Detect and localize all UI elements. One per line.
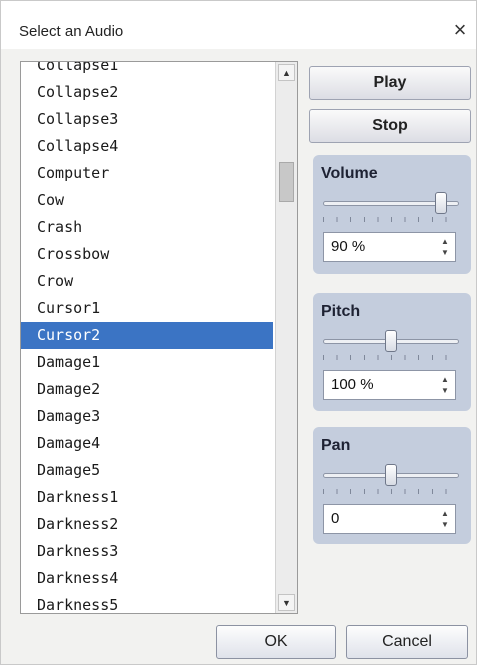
list-item[interactable]: Collapse2: [21, 79, 273, 106]
list-item[interactable]: Damage1: [21, 349, 273, 376]
list-item[interactable]: Damage4: [21, 430, 273, 457]
list-item[interactable]: Damage3: [21, 403, 273, 430]
pitch-label: Pitch: [321, 303, 361, 320]
audio-list[interactable]: Collapse1 Collapse2 Collapse3 Collapse4 Comp…: [20, 61, 298, 614]
pan-value[interactable]: 0: [331, 510, 339, 527]
pitch-group: Pitch 100 % ▲ ▼: [313, 293, 471, 411]
list-item[interactable]: Collapse3: [21, 106, 273, 133]
pan-group: Pan 0 ▲ ▼: [313, 427, 471, 544]
play-button[interactable]: Play: [309, 66, 471, 100]
volume-value[interactable]: 90 %: [331, 238, 365, 255]
list-item[interactable]: Damage2: [21, 376, 273, 403]
volume-group: Volume 90 % ▲ ▼: [313, 155, 471, 274]
window-title: Select an Audio: [19, 23, 124, 40]
list-item[interactable]: Darkness1: [21, 484, 273, 511]
close-icon[interactable]: ×: [447, 17, 473, 43]
list-item[interactable]: Darkness2: [21, 511, 273, 538]
list-item[interactable]: Crow: [21, 268, 273, 295]
select-audio-dialog: Select an Audio × Collapse1 Collapse2 Coll…: [0, 0, 477, 665]
list-item[interactable]: Cow: [21, 187, 273, 214]
pan-spinbox[interactable]: 0 ▲ ▼: [323, 504, 456, 534]
list-item[interactable]: Darkness4: [21, 565, 273, 592]
pitch-slider-thumb[interactable]: [385, 330, 397, 352]
list-item[interactable]: Darkness5: [21, 592, 273, 613]
volume-spinbox[interactable]: 90 % ▲ ▼: [323, 232, 456, 262]
spin-arrows-icon[interactable]: ▲ ▼: [440, 236, 450, 258]
list-scrollbar[interactable]: ▲ ▼: [275, 62, 297, 613]
list-item[interactable]: Crossbow: [21, 241, 273, 268]
pitch-spinbox[interactable]: 100 % ▲ ▼: [323, 370, 456, 400]
list-item[interactable]: Damage5: [21, 457, 273, 484]
list-item[interactable]: Cursor1: [21, 295, 273, 322]
spin-arrows-icon[interactable]: ▲ ▼: [440, 508, 450, 530]
stop-button[interactable]: Stop: [309, 109, 471, 143]
ok-button[interactable]: OK: [216, 625, 336, 659]
cancel-button[interactable]: Cancel: [346, 625, 468, 659]
scroll-thumb[interactable]: [279, 162, 294, 202]
scroll-up-icon[interactable]: ▲: [278, 64, 295, 81]
list-item[interactable]: Cursor2: [21, 322, 273, 349]
volume-slider-ticks: [323, 217, 459, 222]
spin-arrows-icon[interactable]: ▲ ▼: [440, 374, 450, 396]
pan-slider-thumb[interactable]: [385, 464, 397, 486]
pitch-slider-ticks: [323, 355, 459, 360]
title-bar: Select an Audio ×: [1, 1, 476, 49]
list-item[interactable]: Computer: [21, 160, 273, 187]
pan-slider-ticks: [323, 489, 459, 494]
pitch-value[interactable]: 100 %: [331, 376, 374, 393]
list-item[interactable]: Collapse1: [21, 62, 273, 79]
pan-label: Pan: [321, 437, 351, 454]
volume-label: Volume: [321, 165, 378, 182]
volume-slider-thumb[interactable]: [434, 192, 447, 214]
list-item[interactable]: Crash: [21, 214, 273, 241]
audio-list-items: Collapse1 Collapse2 Collapse3 Collapse4 Comp…: [21, 62, 273, 613]
list-item[interactable]: Darkness3: [21, 538, 273, 565]
list-item[interactable]: Collapse4: [21, 133, 273, 160]
scroll-down-icon[interactable]: ▼: [278, 594, 295, 611]
